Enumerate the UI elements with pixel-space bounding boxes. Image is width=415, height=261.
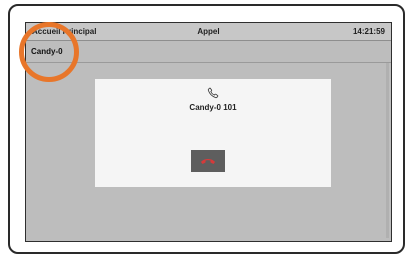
top-bar: Accueil Principal Appel 14:21:59 — [26, 23, 391, 41]
clock: 14:21:59 — [352, 27, 385, 36]
scrollbar[interactable] — [386, 63, 389, 238]
home-title[interactable]: Accueil Principal — [32, 27, 96, 36]
sub-bar: Candy-0 — [26, 41, 391, 63]
contact-tab[interactable]: Candy-0 — [31, 47, 63, 56]
phone-icon — [207, 86, 219, 99]
page-title: Appel — [197, 27, 220, 36]
screen: Accueil Principal Appel 14:21:59 Candy-0… — [25, 22, 392, 242]
call-dialog: Candy-0 101 — [95, 79, 331, 187]
caller-name: Candy-0 101 — [189, 103, 237, 112]
phone-hangup-icon — [201, 159, 215, 164]
hangup-button[interactable] — [191, 150, 225, 172]
